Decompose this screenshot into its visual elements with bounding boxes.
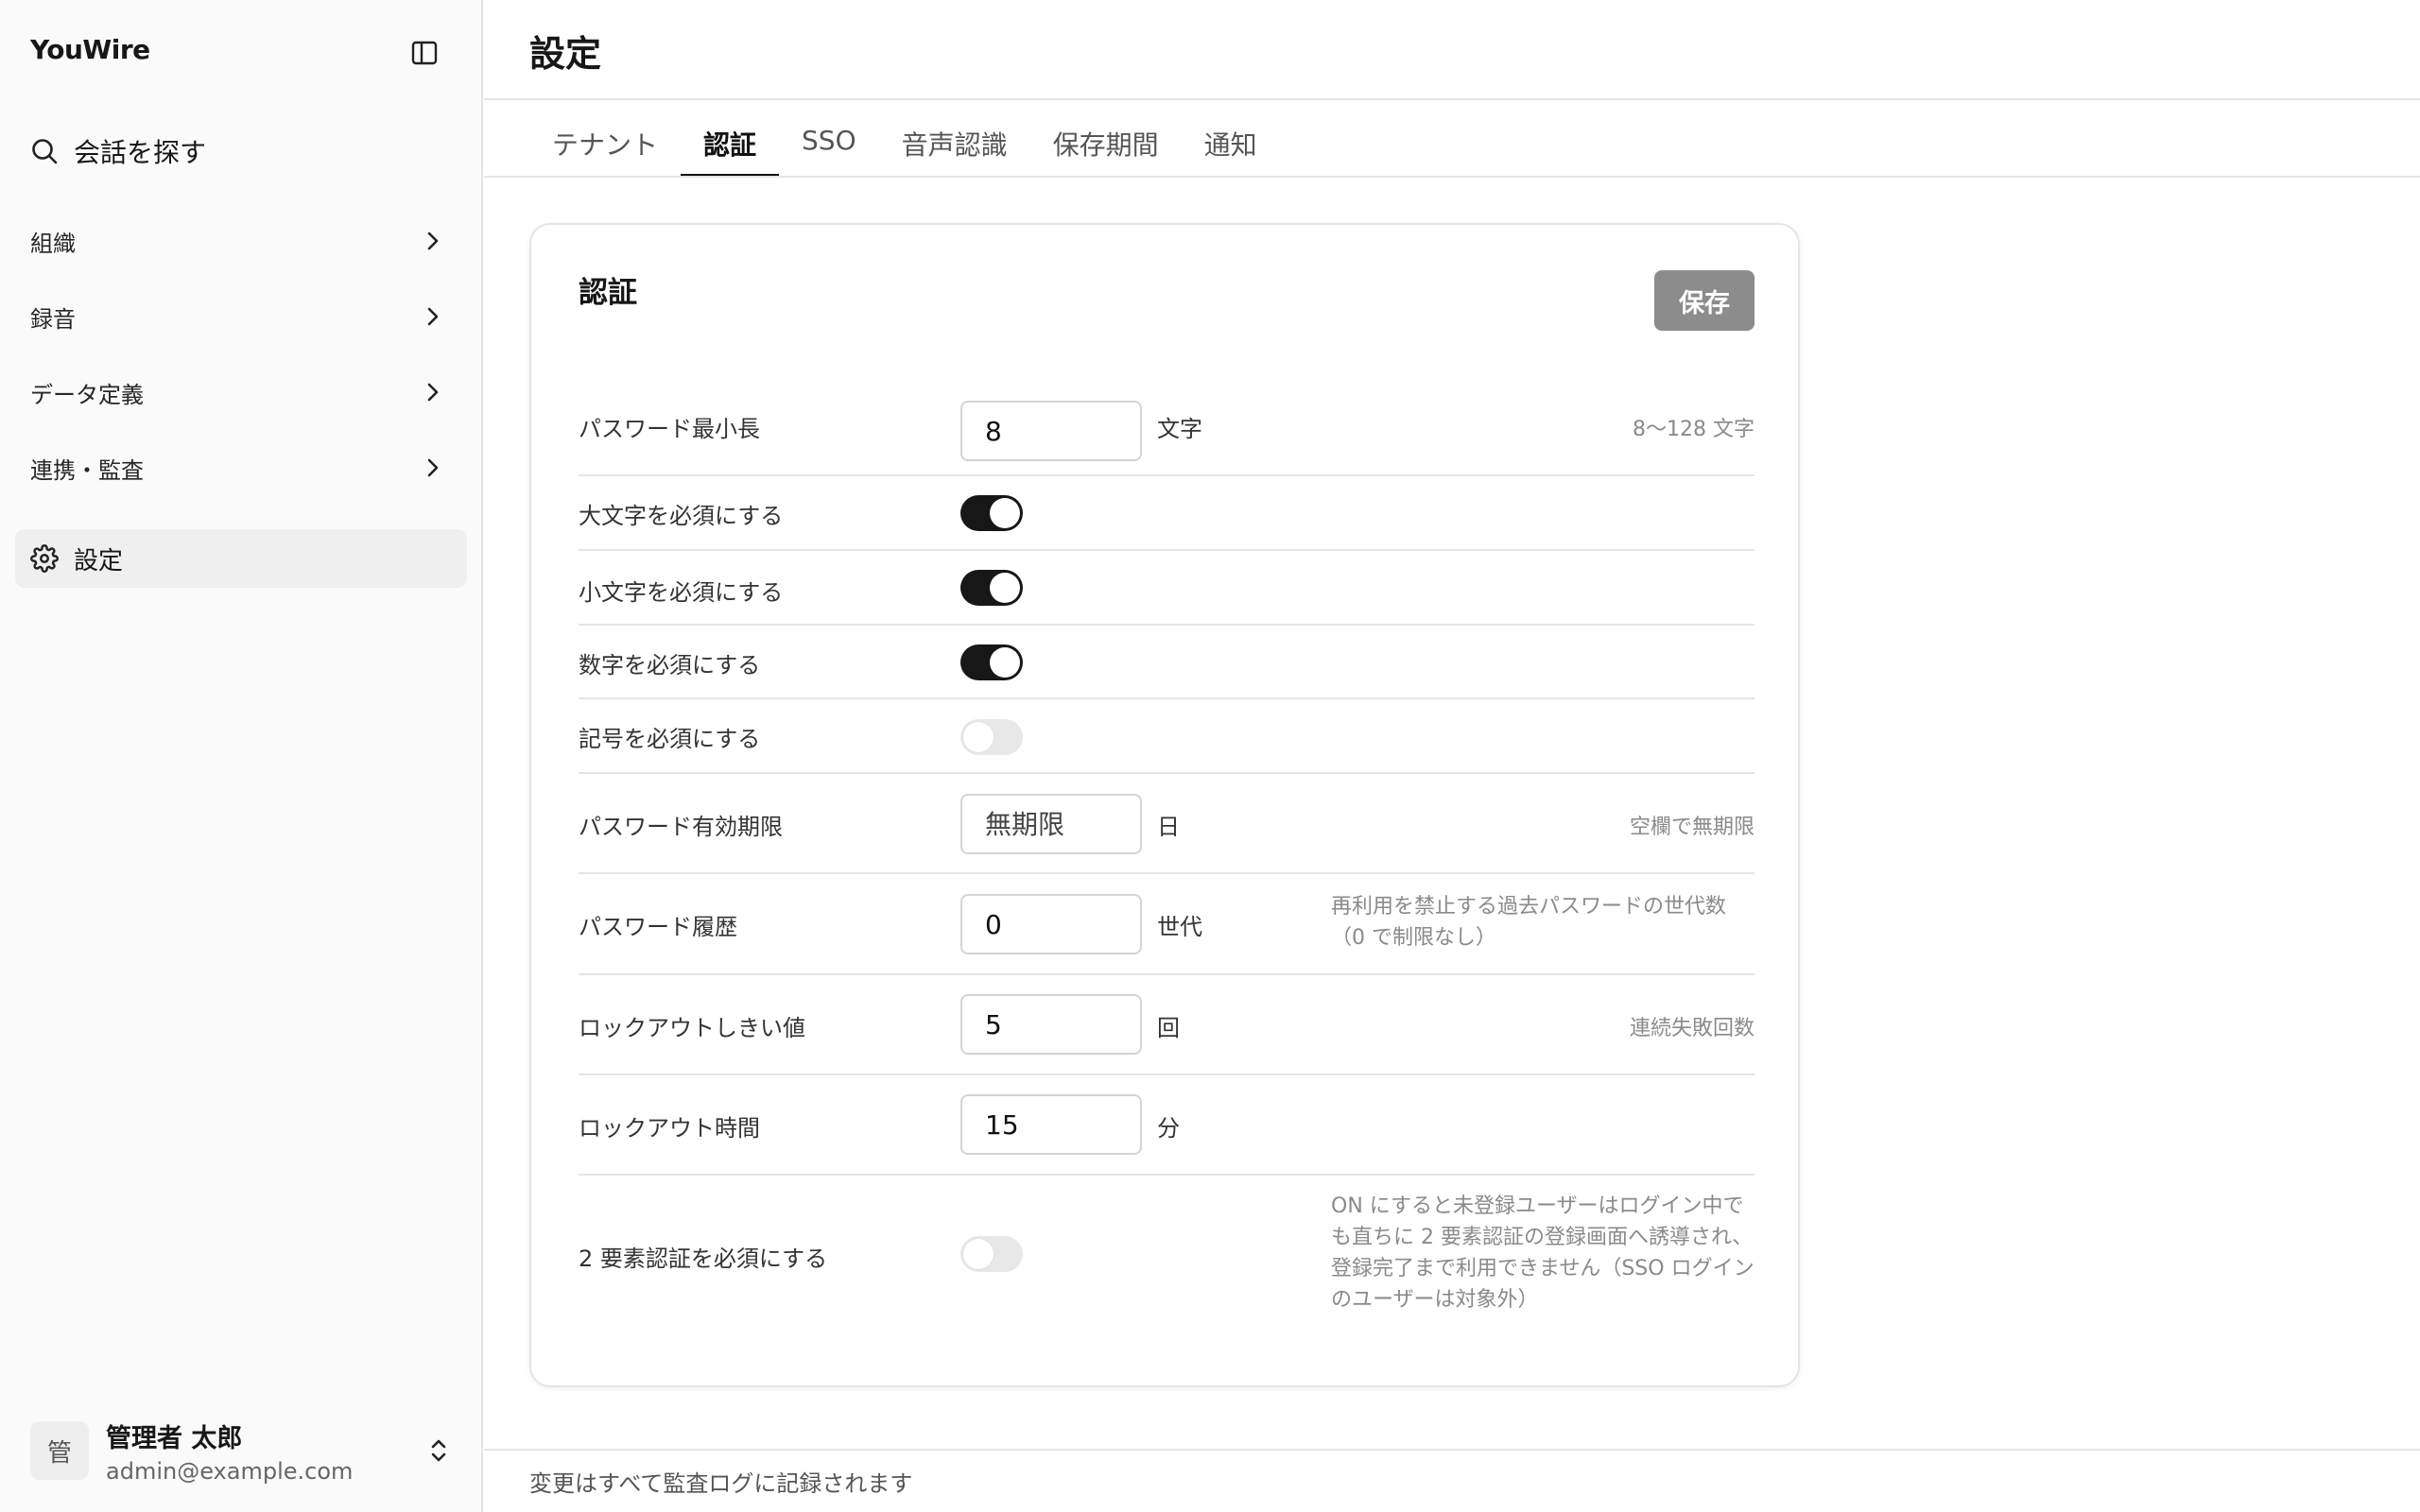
- row-password-expiry: パスワード有効期限 日 空欄で無期限: [579, 774, 1754, 874]
- toggle-knob: [990, 573, 1020, 603]
- row-require-symbol: 記号を必須にする: [579, 699, 1754, 774]
- sidebar-toggle-button[interactable]: [408, 38, 441, 68]
- sidebar-item-data-definition[interactable]: データ定義: [30, 369, 446, 415]
- row-label: 大文字を必須にする: [579, 503, 784, 529]
- sidebar-item-integration-audit[interactable]: 連携・監査: [30, 445, 446, 490]
- footer-divider: [484, 1449, 2420, 1451]
- hint-text: ON にすると未登録ユーザーはログイン中でも直ちに 2 要素認証の登録画面へ誘導…: [1331, 1194, 1754, 1312]
- search-icon: [32, 139, 58, 164]
- tab-tenant[interactable]: テナント: [529, 123, 681, 176]
- lockout-duration-input[interactable]: [960, 1094, 1142, 1155]
- row-lockout-duration: ロックアウト時間 分: [579, 1075, 1754, 1176]
- settings-tabs: テナント 認証 SSO 音声認識 保存期間 通知: [529, 123, 1280, 178]
- tabs-divider: [484, 176, 2420, 178]
- row-label: パスワード有効期限: [579, 814, 783, 840]
- sidebar-item-settings[interactable]: 設定: [15, 529, 467, 588]
- sidebar-item-label: 連携・監査: [30, 456, 144, 484]
- row-password-history: パスワード履歴 世代 再利用を禁止する過去パスワードの世代数（0 で制限なし）: [579, 874, 1754, 975]
- row-label: ロックアウト時間: [579, 1115, 760, 1142]
- lockout-threshold-input[interactable]: [960, 994, 1142, 1055]
- tab-speech-recognition[interactable]: 音声認識: [879, 123, 1030, 176]
- require-symbol-toggle[interactable]: [960, 719, 1023, 755]
- unit-label: 日: [1157, 814, 1180, 840]
- hint-text: 再利用を禁止する過去パスワードの世代数（0 で制限なし）: [1331, 895, 1727, 950]
- row-label: パスワード履歴: [579, 914, 737, 940]
- row-label: 2 要素認証を必須にする: [579, 1246, 828, 1272]
- unit-label: 回: [1157, 1015, 1180, 1041]
- require-lowercase-toggle[interactable]: [960, 570, 1023, 606]
- unit-label: 分: [1157, 1115, 1180, 1142]
- require-uppercase-toggle[interactable]: [960, 495, 1023, 531]
- sidebar-item-label: 設定: [74, 546, 124, 576]
- row-label: パスワード最小長: [579, 416, 760, 442]
- auth-settings-card: 認証 保存 パスワード最小長 文字 8〜128 文字 大文字を必須にする 小文字…: [529, 223, 1800, 1387]
- chevron-right-icon: [420, 228, 446, 254]
- sidebar-item-organization[interactable]: 組織: [30, 218, 446, 264]
- avatar: 管: [30, 1421, 89, 1480]
- toggle-knob: [963, 722, 994, 752]
- chevron-right-icon: [420, 303, 446, 330]
- hint-text: 連続失敗回数: [1629, 1017, 1754, 1040]
- password-min-length-input[interactable]: [960, 401, 1142, 461]
- row-label: 数字を必須にする: [579, 652, 761, 679]
- unit-label: 世代: [1157, 914, 1202, 940]
- user-name: 管理者 太郎: [106, 1423, 243, 1453]
- row-label: 記号を必須にする: [579, 726, 761, 752]
- unit-label: 文字: [1157, 416, 1202, 442]
- sidebar-panel-icon: [411, 41, 438, 65]
- chevron-right-icon: [420, 379, 446, 405]
- sidebar-item-label: 組織: [30, 230, 76, 257]
- user-menu[interactable]: 管 管理者 太郎 admin@example.com: [30, 1418, 452, 1485]
- password-expiry-input[interactable]: [960, 794, 1142, 854]
- row-lockout-threshold: ロックアウトしきい値 回 連続失敗回数: [579, 975, 1754, 1075]
- tab-sso[interactable]: SSO: [779, 123, 879, 176]
- save-button[interactable]: 保存: [1654, 270, 1754, 331]
- password-history-input[interactable]: [960, 894, 1142, 954]
- row-require-digit: 数字を必須にする: [579, 626, 1754, 699]
- toggle-knob: [963, 1239, 994, 1269]
- sidebar-item-label: 録音: [30, 305, 76, 333]
- row-password-min-length: パスワード最小長 文字 8〜128 文字: [579, 384, 1754, 476]
- tab-notifications[interactable]: 通知: [1182, 123, 1280, 176]
- hint-text: 8〜128 文字: [1633, 418, 1754, 441]
- row-label: ロックアウトしきい値: [579, 1015, 805, 1041]
- user-email: admin@example.com: [106, 1457, 354, 1485]
- row-label: 小文字を必須にする: [579, 579, 784, 606]
- search-label: 会話を探す: [74, 137, 207, 168]
- row-require-lowercase: 小文字を必須にする: [579, 551, 1754, 626]
- chevron-right-icon: [420, 455, 446, 481]
- audit-log-notice: 変更はすべて監査ログに記録されます: [529, 1470, 913, 1497]
- tab-authentication[interactable]: 認証: [681, 123, 780, 178]
- search-conversations[interactable]: 会話を探す: [30, 132, 206, 170]
- gear-icon: [30, 544, 59, 573]
- card-title: 認証: [579, 276, 637, 310]
- toggle-knob: [990, 647, 1020, 678]
- require-2fa-toggle[interactable]: [960, 1236, 1023, 1272]
- toggle-knob: [990, 498, 1020, 528]
- sidebar-item-recording[interactable]: 録音: [30, 294, 446, 339]
- sidebar-item-label: データ定義: [30, 381, 144, 408]
- row-require-2fa: 2 要素認証を必須にする ON にすると未登録ユーザーはログイン中でも直ちに 2…: [579, 1176, 1754, 1346]
- hint-text: 空欄で無期限: [1629, 816, 1754, 839]
- header-divider: [484, 98, 2420, 100]
- row-require-uppercase: 大文字を必須にする: [579, 476, 1754, 551]
- brand-logo: YouWire: [30, 34, 150, 65]
- require-digit-toggle[interactable]: [960, 644, 1023, 680]
- tab-retention[interactable]: 保存期間: [1030, 123, 1182, 176]
- page-title: 設定: [529, 33, 602, 75]
- chevron-up-down-icon: [425, 1434, 452, 1468]
- sidebar: YouWire 会話を探す 組織 録音 データ定義 連携・監査 設定 管 管理者…: [0, 0, 483, 1512]
